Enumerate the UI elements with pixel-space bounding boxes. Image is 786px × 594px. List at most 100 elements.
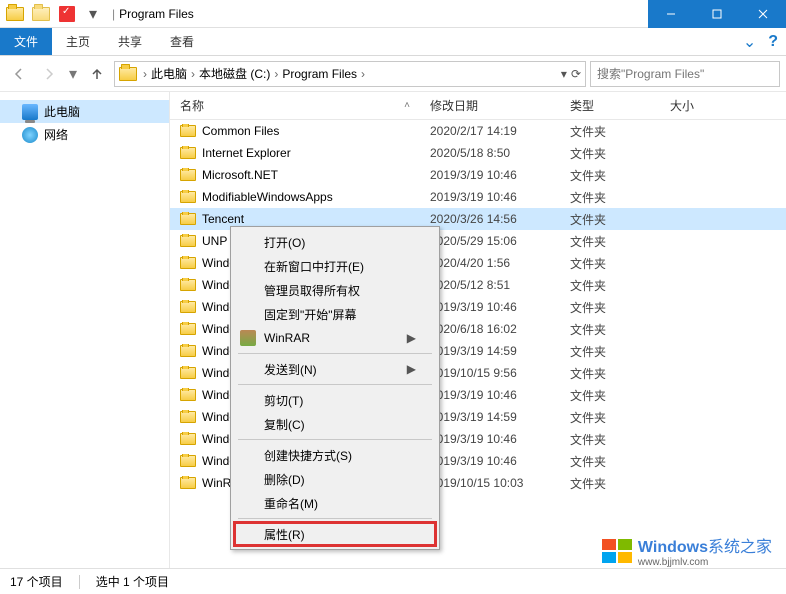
file-date: 2019/3/19 10:46 — [430, 190, 570, 204]
context-menu-label: 剪切(T) — [264, 392, 303, 409]
folder-icon — [180, 455, 196, 467]
table-row[interactable]: Common Files2020/2/17 14:19文件夹 — [170, 120, 786, 142]
qat-dropdown-icon[interactable]: ▾ — [82, 3, 104, 25]
file-type: 文件夹 — [570, 321, 670, 338]
context-menu-label: 打开(O) — [264, 234, 305, 251]
sidebar-item-computer[interactable]: 此电脑 — [0, 100, 169, 123]
tab-view[interactable]: 查看 — [156, 28, 208, 55]
column-date[interactable]: 修改日期 — [430, 97, 570, 114]
address-dropdown-icon[interactable]: ▾ — [561, 67, 567, 81]
file-name: Tencent — [202, 212, 244, 226]
title-bar: ▾ | Program Files — [0, 0, 786, 28]
breadcrumb-root[interactable]: 此电脑 — [151, 65, 187, 82]
chevron-right-icon: ▶ — [407, 331, 416, 345]
forward-button[interactable] — [36, 61, 62, 87]
folder-icon — [180, 323, 196, 335]
chevron-right-icon[interactable]: › — [141, 67, 149, 81]
folder-icon — [180, 301, 196, 313]
watermark-url: www.bjjmlv.com — [638, 557, 772, 568]
context-menu-label: 重命名(M) — [264, 495, 318, 512]
file-type: 文件夹 — [570, 431, 670, 448]
status-total: 17 个项目 — [10, 573, 63, 590]
up-button[interactable] — [84, 61, 110, 87]
search-input[interactable] — [597, 67, 773, 81]
file-date: 2019/10/15 9:56 — [430, 366, 570, 380]
context-menu-label: WinRAR — [264, 331, 310, 345]
chevron-right-icon[interactable]: › — [272, 67, 280, 81]
file-type: 文件夹 — [570, 277, 670, 294]
close-button[interactable] — [740, 0, 786, 28]
context-menu-item[interactable]: 重命名(M) — [234, 491, 436, 515]
sidebar-item-label: 此电脑 — [44, 103, 80, 120]
file-date: 2020/3/26 14:56 — [430, 212, 570, 226]
qat-item[interactable] — [30, 3, 52, 25]
file-name: Microsoft.NET — [202, 168, 278, 182]
watermark-suffix: 系统之家 — [708, 539, 772, 556]
file-type: 文件夹 — [570, 167, 670, 184]
recent-dropdown-icon[interactable]: ▾ — [66, 61, 80, 87]
context-menu-item[interactable]: 管理员取得所有权 — [234, 278, 436, 302]
context-menu-item[interactable]: 复制(C) — [234, 412, 436, 436]
ribbon-expand-icon[interactable]: ⌄ — [743, 32, 756, 52]
context-menu-separator — [238, 518, 432, 519]
chevron-right-icon[interactable]: › — [189, 67, 197, 81]
table-row[interactable]: Microsoft.NET2019/3/19 10:46文件夹 — [170, 164, 786, 186]
file-name: UNP — [202, 234, 227, 248]
column-name[interactable]: 名称 ˄ — [170, 97, 430, 114]
context-menu-item[interactable]: 删除(D) — [234, 467, 436, 491]
file-date: 2019/3/19 14:59 — [430, 344, 570, 358]
file-type: 文件夹 — [570, 409, 670, 426]
file-type: 文件夹 — [570, 453, 670, 470]
table-row[interactable]: ModifiableWindowsApps2019/3/19 10:46文件夹 — [170, 186, 786, 208]
context-menu-item[interactable]: 发送到(N)▶ — [234, 357, 436, 381]
context-menu-label: 属性(R) — [264, 526, 305, 543]
sort-asc-icon: ˄ — [404, 100, 410, 111]
title-separator: | — [112, 7, 115, 21]
breadcrumb-drive[interactable]: 本地磁盘 (C:) — [199, 65, 270, 82]
tab-file[interactable]: 文件 — [0, 28, 52, 55]
maximize-button[interactable] — [694, 0, 740, 28]
file-date: 2020/4/20 1:56 — [430, 256, 570, 270]
file-name: ModifiableWindowsApps — [202, 190, 333, 204]
qat-properties-icon[interactable] — [56, 3, 78, 25]
windows-logo-icon — [602, 539, 632, 563]
breadcrumb-current[interactable]: Program Files — [282, 67, 357, 81]
file-date: 2019/10/15 10:03 — [430, 476, 570, 490]
status-separator — [79, 575, 80, 589]
chevron-right-icon[interactable]: › — [359, 67, 367, 81]
column-size[interactable]: 大小 — [670, 97, 786, 114]
context-menu: 打开(O) 在新窗口中打开(E)管理员取得所有权固定到"开始"屏幕 WinRAR ▶ 发… — [230, 226, 440, 550]
search-box[interactable] — [590, 61, 780, 87]
file-date: 2019/3/19 10:46 — [430, 454, 570, 468]
sidebar-item-network[interactable]: 网络 — [0, 123, 169, 146]
help-icon[interactable]: ? — [768, 33, 778, 51]
context-menu-item[interactable]: WinRAR ▶ — [234, 326, 436, 350]
column-type[interactable]: 类型 — [570, 97, 670, 114]
refresh-icon[interactable]: ⟳ — [571, 67, 581, 81]
context-menu-item[interactable]: 属性(R) — [234, 522, 436, 546]
file-type: 文件夹 — [570, 255, 670, 272]
table-row[interactable]: Internet Explorer2020/5/18 8:50文件夹 — [170, 142, 786, 164]
file-type: 文件夹 — [570, 211, 670, 228]
folder-icon — [180, 213, 196, 225]
context-menu-item[interactable]: 在新窗口中打开(E) — [234, 254, 436, 278]
back-button[interactable] — [6, 61, 32, 87]
file-type: 文件夹 — [570, 233, 670, 250]
file-name: Common Files — [202, 124, 279, 138]
file-date: 2019/3/19 10:46 — [430, 432, 570, 446]
context-menu-item[interactable]: 剪切(T) — [234, 388, 436, 412]
context-menu-item[interactable]: 固定到"开始"屏幕 — [234, 302, 436, 326]
folder-icon — [180, 191, 196, 203]
minimize-button[interactable] — [648, 0, 694, 28]
tab-share[interactable]: 共享 — [104, 28, 156, 55]
context-menu-item[interactable]: 创建快捷方式(S) — [234, 443, 436, 467]
folder-icon — [180, 411, 196, 423]
folder-icon — [180, 279, 196, 291]
sidebar-item-label: 网络 — [44, 126, 68, 143]
folder-icon — [180, 125, 196, 137]
tab-home[interactable]: 主页 — [52, 28, 104, 55]
file-date: 2020/5/29 15:06 — [430, 234, 570, 248]
file-type: 文件夹 — [570, 365, 670, 382]
address-bar[interactable]: › 此电脑 › 本地磁盘 (C:) › Program Files › ▾ ⟳ — [114, 61, 586, 87]
context-menu-item[interactable]: 打开(O) — [234, 230, 436, 254]
